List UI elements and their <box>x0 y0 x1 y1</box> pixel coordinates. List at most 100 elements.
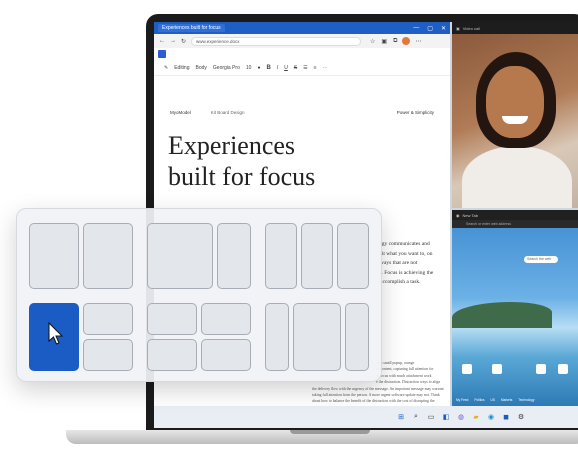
maximize-button[interactable]: ▢ <box>427 25 433 32</box>
back-icon[interactable]: ← <box>159 38 165 44</box>
search-icon[interactable]: ⌕ <box>411 412 421 422</box>
avatar[interactable] <box>402 37 411 45</box>
settings-icon[interactable]: ⚙ <box>516 412 526 422</box>
snap-zone[interactable] <box>83 339 133 371</box>
snap-zone[interactable] <box>265 303 289 371</box>
snap-zone[interactable] <box>345 303 369 371</box>
person-face <box>486 66 544 138</box>
refresh-icon[interactable]: ↻ <box>181 38 186 45</box>
underline-button[interactable]: U <box>284 65 288 71</box>
body-line: about how to balance the benefit of the … <box>312 399 435 404</box>
snap-zone[interactable] <box>293 303 341 371</box>
title-line: built for focus <box>168 162 316 191</box>
word-logo-icon <box>158 50 166 58</box>
new-tab-address[interactable]: Search or enter web address <box>452 220 578 228</box>
title-line: Experiences <box>168 131 296 160</box>
category-tab[interactable]: Markets <box>501 398 512 402</box>
window-controls: — ▢ ✕ <box>413 25 446 32</box>
snap-zone[interactable] <box>29 223 79 289</box>
snap-zone[interactable] <box>217 223 251 289</box>
collections-icon[interactable]: ▣ <box>381 38 387 45</box>
header-right: Power & Simplicity <box>396 110 434 115</box>
format-toolbar: ✎ Editing Body Georgia Pro 10 ● B I U S … <box>154 60 450 76</box>
category-tab[interactable]: My Feed <box>456 398 468 402</box>
mouse-pointer-icon <box>48 322 64 345</box>
quick-link-tile[interactable] <box>492 364 502 374</box>
snap-zone[interactable] <box>301 223 333 289</box>
video-titlebar: ▣ Video call <box>452 22 578 34</box>
task-view-icon[interactable]: ▭ <box>426 412 436 422</box>
minimize-button[interactable]: — <box>413 25 419 32</box>
category-tab[interactable]: US <box>491 398 495 402</box>
paragraph-line: fit what you want to, on <box>380 250 433 257</box>
italic-button[interactable]: I <box>277 65 278 71</box>
forward-icon[interactable]: → <box>170 38 176 44</box>
taskbar: ⊞ ⌕ ▭ ◧ ◍ ▰ ◉ ◼ ⚙ <box>154 406 578 428</box>
paragraph-line: r. Focus is achieving the <box>380 269 434 276</box>
quick-link-tile[interactable] <box>536 364 546 374</box>
laptop-notch <box>290 430 370 434</box>
quick-link-tile[interactable] <box>558 364 568 374</box>
window-titlebar: Experiences built for focus — ▢ ✕ <box>154 22 450 34</box>
new-tab-title[interactable]: New Tab <box>463 213 479 218</box>
quick-link-tile[interactable] <box>462 364 472 374</box>
app-strip <box>154 48 450 60</box>
snap-zone[interactable] <box>83 223 133 289</box>
snap-zone[interactable] <box>337 223 369 289</box>
editing-dropdown[interactable]: Editing <box>174 65 189 71</box>
snap-zone[interactable] <box>265 223 297 289</box>
style-dropdown[interactable]: Body <box>196 65 207 71</box>
edge-icon[interactable]: ◉ <box>486 412 496 422</box>
person-shirt <box>462 146 572 208</box>
new-tab-window: ◉ New Tab Search or enter web address Se… <box>452 210 578 406</box>
browser-tab[interactable]: Experiences built for focus <box>158 24 225 32</box>
teams-icon: ▣ <box>456 25 460 31</box>
chat-icon[interactable]: ◍ <box>456 412 466 422</box>
extensions-icon[interactable]: ⧉ <box>393 38 397 45</box>
snap-zone[interactable] <box>147 223 213 289</box>
header-left: MyoModel <box>170 110 191 115</box>
color-dot-icon[interactable]: ● <box>257 65 260 71</box>
close-button[interactable]: ✕ <box>441 25 446 32</box>
address-bar[interactable]: www.experience.docx <box>191 36 362 46</box>
snap-zone[interactable] <box>201 303 251 335</box>
paragraph-line: ways that are not <box>380 260 418 266</box>
document-title: Experiences built for focus <box>168 130 315 192</box>
paragraph-line: rgy communicates and <box>380 241 430 247</box>
windows-icon[interactable]: ⊞ <box>396 412 406 422</box>
snap-layouts-flyout <box>16 208 382 382</box>
address-row: ← → ↻ www.experience.docx ☆ ▣ ⧉ ⋯ <box>154 34 450 48</box>
bullets-icon[interactable]: ☰ <box>303 65 307 71</box>
pencil-icon: ✎ <box>164 64 169 71</box>
browser-tools: ☆ ▣ ⧉ <box>370 38 397 45</box>
snap-zone[interactable] <box>147 339 197 371</box>
store-icon[interactable]: ◼ <box>501 412 511 422</box>
snap-zone[interactable] <box>147 303 197 335</box>
more-icon[interactable]: ⋯ <box>415 38 421 45</box>
snap-zone[interactable] <box>201 339 251 371</box>
web-search-input[interactable]: Search the web <box>524 256 558 263</box>
video-call-window: ▣ Video call <box>452 22 578 208</box>
news-categories: My Feed Politics US Markets Technology <box>456 398 534 402</box>
numbering-icon[interactable]: ≡ <box>314 65 317 71</box>
more-icon[interactable]: ⋯ <box>323 65 328 71</box>
video-title: Video call <box>462 25 481 31</box>
widgets-icon[interactable]: ◧ <box>441 412 451 422</box>
person-smile <box>502 116 528 124</box>
document-paragraph: rgy communicates and fit what you want t… <box>380 240 452 288</box>
file-explorer-icon[interactable]: ▰ <box>471 412 481 422</box>
bold-button[interactable]: B <box>266 65 270 71</box>
favorites-icon[interactable]: ☆ <box>370 38 375 45</box>
font-dropdown[interactable]: Georgia Pro <box>213 65 240 71</box>
category-tab[interactable]: Technology <box>518 398 534 402</box>
snap-zone-selected[interactable] <box>29 303 79 371</box>
edge-tab-icon: ◉ <box>456 212 460 218</box>
stage: Experiences built for focus — ▢ ✕ ← → ↻ … <box>0 0 578 458</box>
paragraph-line: accomplish a task. <box>380 279 421 285</box>
strikethrough-button[interactable]: S <box>294 65 297 71</box>
snap-zone[interactable] <box>83 303 133 335</box>
category-tab[interactable]: Politics <box>474 398 484 402</box>
document-header: MyoModel Kit Board Design Power & Simpli… <box>170 110 434 115</box>
size-dropdown[interactable]: 10 <box>246 65 252 71</box>
video-feed <box>452 34 578 208</box>
